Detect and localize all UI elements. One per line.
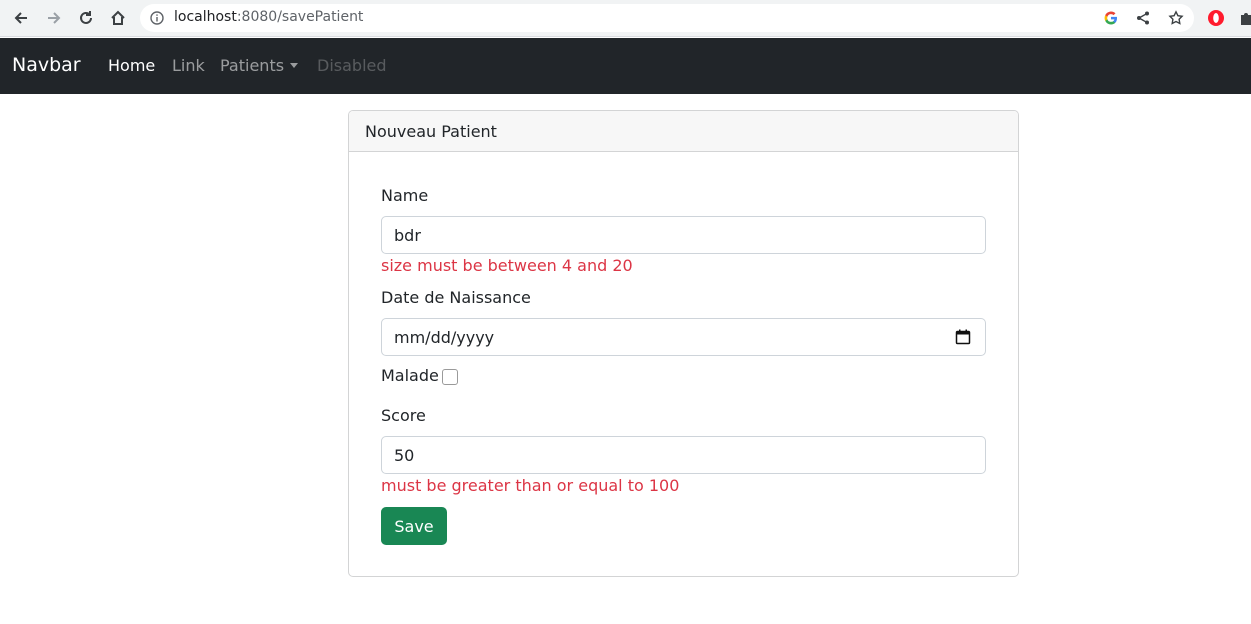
url-text: localhost:8080/savePatient: [174, 9, 364, 25]
nav-link-disabled: Disabled: [317, 56, 387, 75]
app-navbar: Navbar Home Link Patients Disabled: [0, 38, 1251, 94]
save-button[interactable]: Save: [381, 507, 447, 545]
card-title: Nouveau Patient: [365, 122, 497, 141]
info-icon[interactable]: [150, 11, 164, 25]
score-input[interactable]: 50: [381, 436, 986, 474]
nav-link-link[interactable]: Link: [172, 56, 205, 75]
birthdate-label: Date de Naissance: [381, 288, 531, 307]
nav-dropdown-patients-label: Patients: [220, 56, 285, 75]
birthdate-input-value: mm/dd/yyyy: [394, 328, 495, 347]
extensions-icon[interactable]: [1238, 9, 1251, 27]
google-icon[interactable]: [1103, 10, 1119, 26]
malade-checkbox[interactable]: [442, 369, 458, 385]
forward-icon[interactable]: [41, 6, 67, 30]
reload-icon[interactable]: [73, 6, 99, 30]
score-label: Score: [381, 406, 426, 425]
caret-down-icon: [290, 63, 299, 68]
score-input-value: 50: [394, 446, 415, 465]
name-input[interactable]: bdr: [381, 216, 986, 254]
name-error: size must be between 4 and 20: [381, 256, 633, 275]
malade-label: Malade: [381, 366, 439, 385]
score-error: must be greater than or equal to 100: [381, 476, 680, 495]
calendar-icon[interactable]: [955, 329, 971, 345]
back-icon[interactable]: [8, 6, 34, 30]
name-input-value: bdr: [394, 226, 421, 245]
home-icon[interactable]: [105, 6, 131, 30]
nav-link-home[interactable]: Home: [108, 56, 155, 75]
share-icon[interactable]: [1135, 10, 1151, 26]
browser-toolbar: localhost:8080/savePatient: [0, 0, 1251, 37]
card-header: Nouveau Patient: [349, 111, 1018, 152]
nav-dropdown-patients[interactable]: Patients: [220, 56, 299, 75]
new-patient-card: Nouveau Patient Name bdr size must be be…: [348, 110, 1019, 577]
address-bar[interactable]: localhost:8080/savePatient: [140, 4, 1194, 32]
navbar-brand[interactable]: Navbar: [12, 54, 81, 76]
star-icon[interactable]: [1168, 10, 1184, 26]
name-label: Name: [381, 186, 429, 205]
opera-icon[interactable]: [1207, 9, 1225, 27]
birthdate-input[interactable]: mm/dd/yyyy: [381, 318, 986, 356]
